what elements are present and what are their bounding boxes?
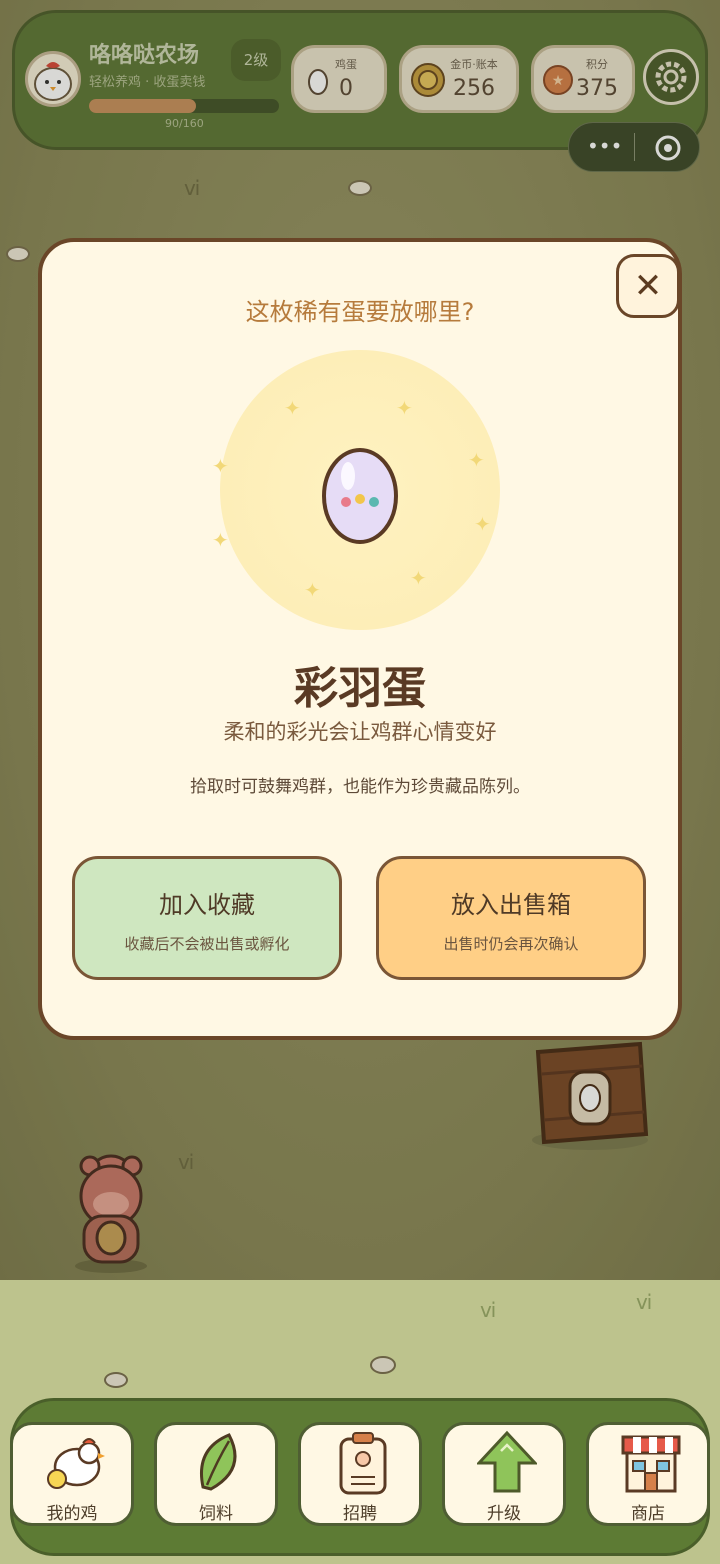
nav-recruit-label: 招聘 — [343, 1504, 377, 1524]
nav-shop[interactable]: 商店 — [586, 1422, 710, 1526]
badge-icon — [339, 1432, 387, 1495]
nav-upgrade[interactable]: 升级 — [442, 1422, 566, 1526]
rainbow-egg-icon — [322, 448, 398, 544]
add-to-collection-subtitle: 收藏后不会被出售或孵化 — [124, 935, 290, 953]
sparkle-icon: ✦ — [284, 396, 301, 420]
add-to-collection-title: 加入收藏 — [159, 891, 255, 919]
nav-my-chickens[interactable]: 我的鸡 — [10, 1422, 134, 1526]
nav-feed-label: 饲料 — [199, 1504, 233, 1524]
nav-my-chickens-label: 我的鸡 — [46, 1504, 98, 1524]
egg-note: 拾取时可鼓舞鸡群，也能作为珍贵藏品陈列。 — [190, 777, 530, 797]
egg-description: 柔和的彩光会让鸡群心情变好 — [223, 720, 497, 744]
sparkle-icon: ✦ — [468, 448, 485, 472]
put-in-sale-box-subtitle: 出售时仍会再次确认 — [443, 935, 579, 953]
egg-name: 彩羽蛋 — [294, 663, 426, 714]
chicken-icon — [47, 1438, 105, 1489]
put-in-sale-box-button[interactable]: 放入出售箱 出售时仍会再次确认 — [376, 856, 646, 980]
sparkle-icon: ✦ — [396, 396, 413, 420]
add-to-collection-button[interactable]: 加入收藏 收藏后不会被出售或孵化 — [72, 856, 342, 980]
nav-shop-label: 商店 — [631, 1504, 665, 1524]
nav-upgrade-label: 升级 — [487, 1504, 521, 1524]
shop-icon — [621, 1435, 681, 1493]
up-arrow-icon — [477, 1430, 537, 1493]
sparkle-icon: ✦ — [212, 454, 229, 478]
dialog-question: 这枚稀有蛋要放哪里? — [245, 298, 475, 326]
sparkle-icon: ✦ — [212, 528, 229, 552]
sparkle-icon: ✦ — [410, 566, 427, 590]
leaf-icon — [200, 1433, 237, 1491]
sparkle-icon: ✦ — [304, 578, 321, 602]
nav-recruit[interactable]: 招聘 — [298, 1422, 422, 1526]
nav-feed[interactable]: 饲料 — [154, 1422, 278, 1526]
sparkle-icon: ✦ — [474, 512, 491, 536]
put-in-sale-box-title: 放入出售箱 — [451, 891, 571, 919]
